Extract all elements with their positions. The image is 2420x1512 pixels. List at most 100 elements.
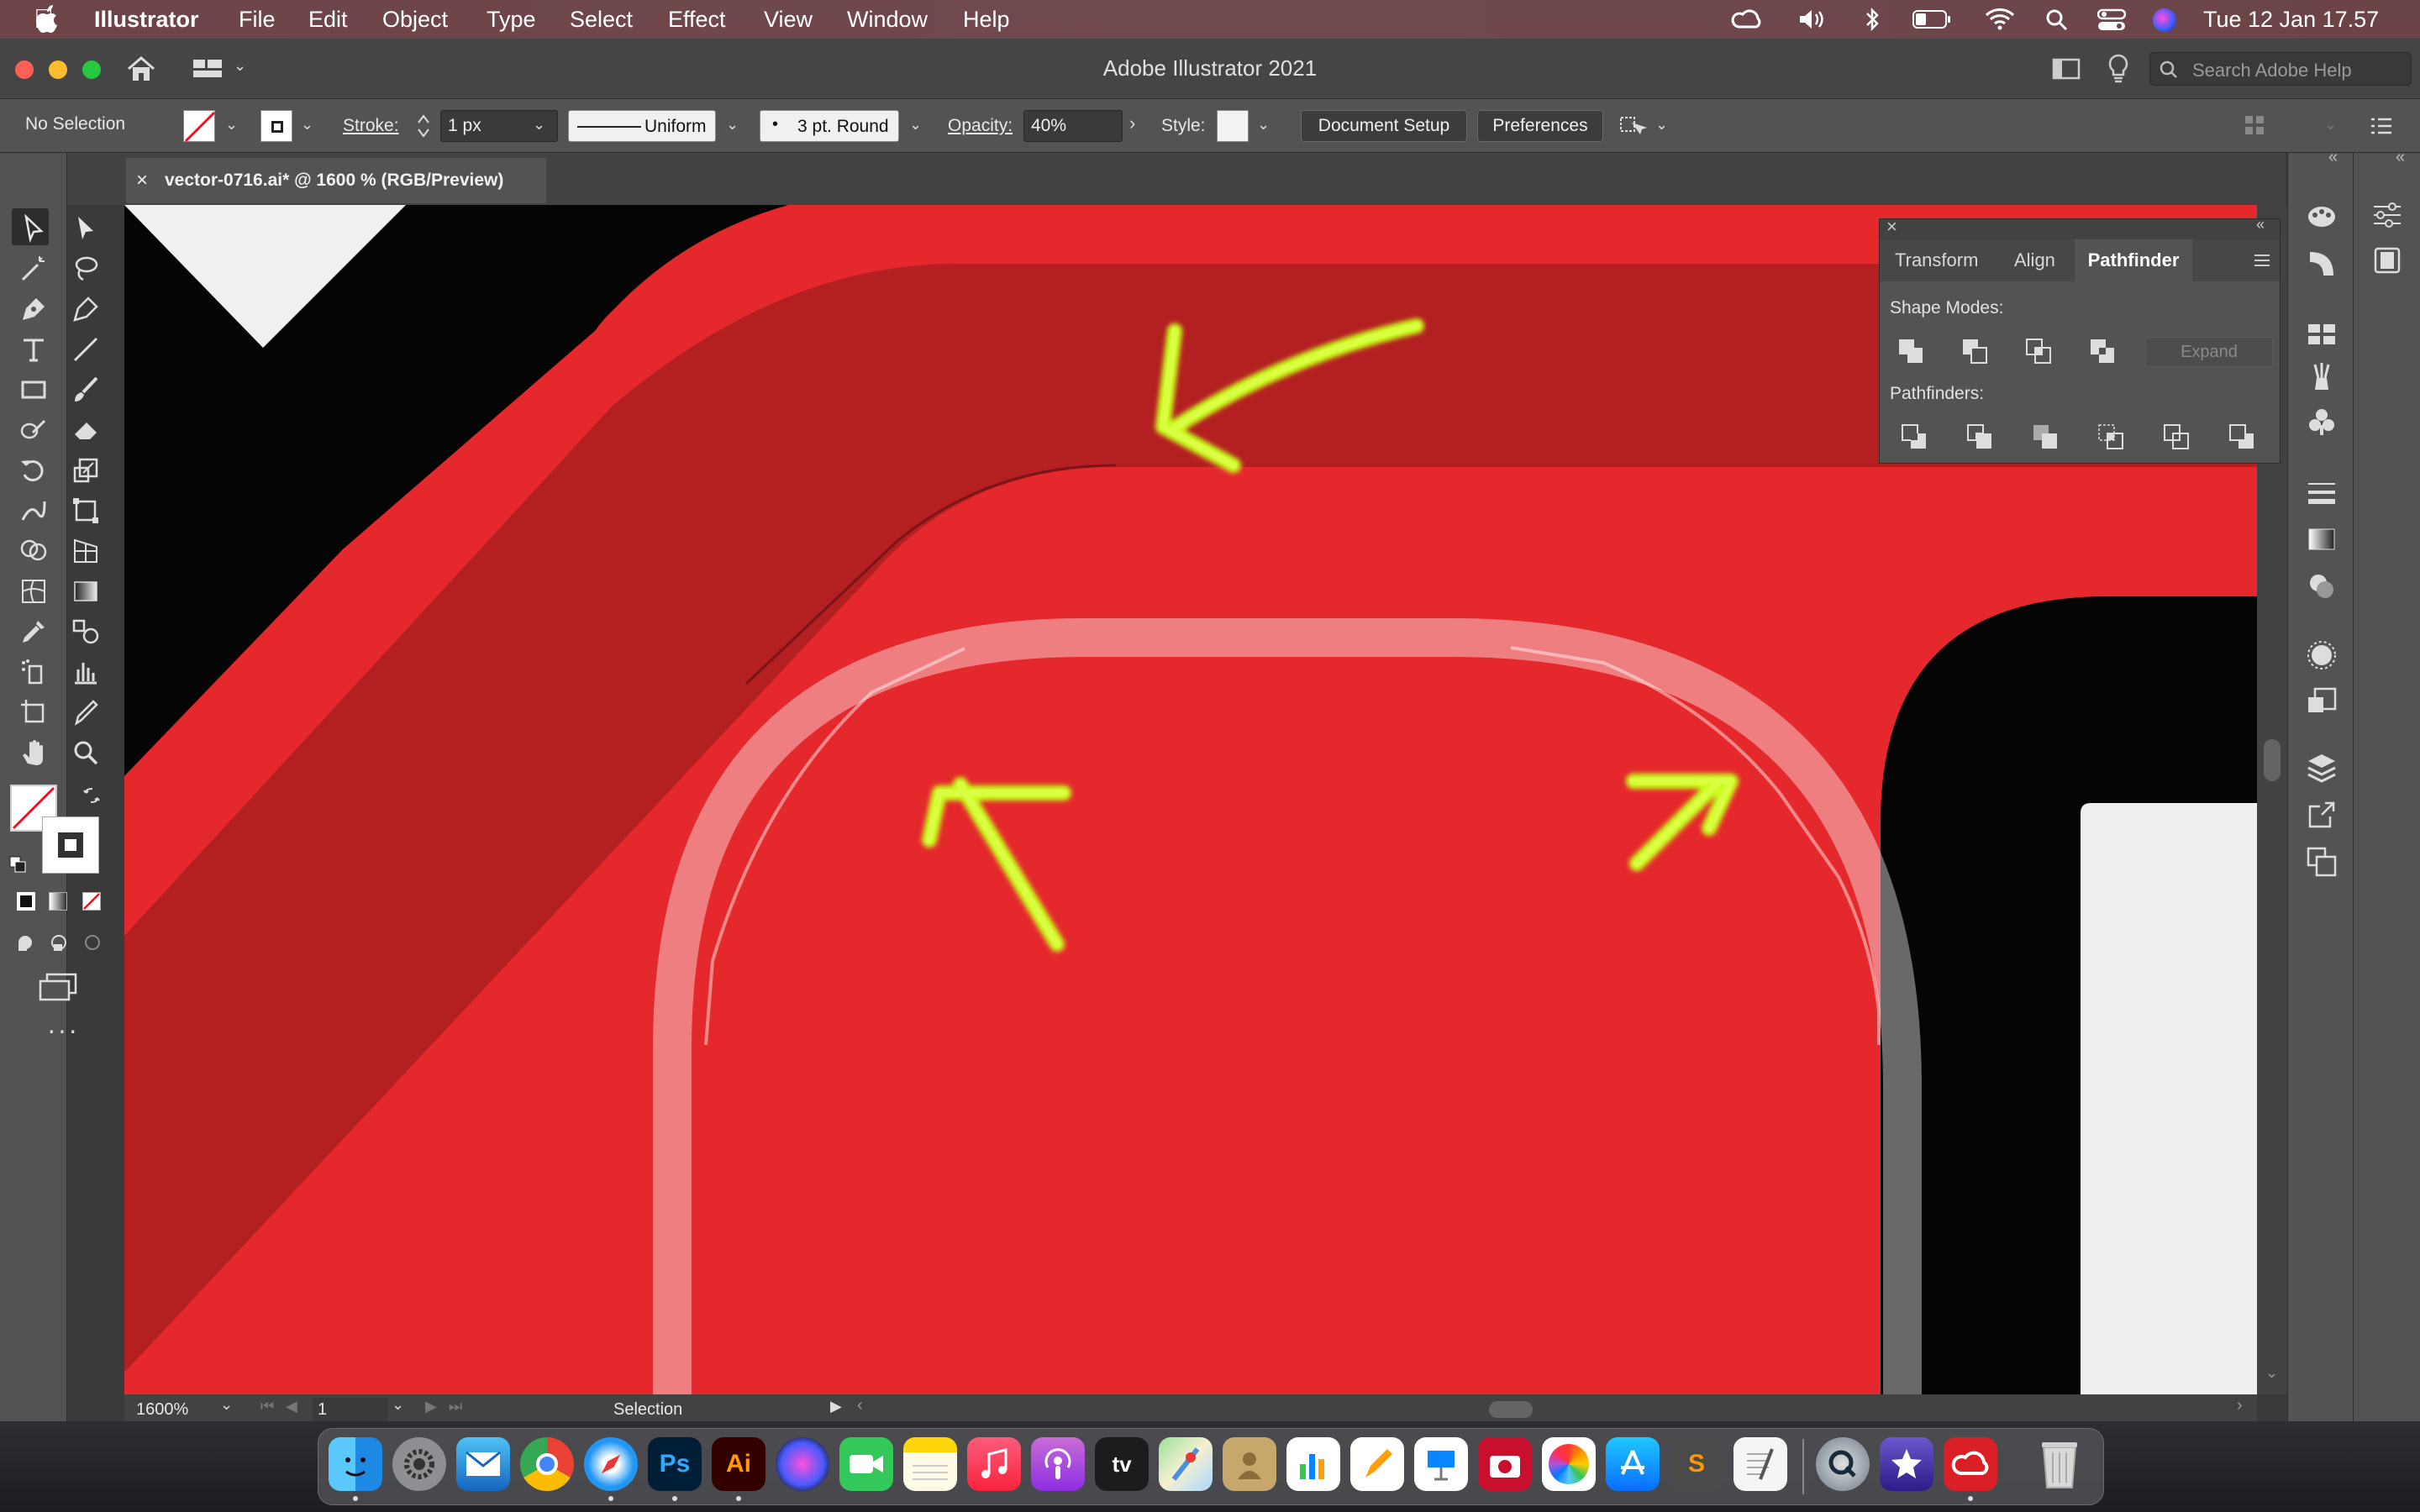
dock-system-preferences[interactable] xyxy=(392,1437,446,1491)
brush-chevron-icon[interactable]: ⌄ xyxy=(909,116,922,134)
expand-button[interactable]: Expand xyxy=(2145,337,2273,367)
opacity-field[interactable]: 40% xyxy=(1023,110,1123,142)
menu-object[interactable]: Object xyxy=(382,7,448,33)
magic-wand-tool-icon[interactable] xyxy=(17,252,50,286)
preferences-button[interactable]: Preferences xyxy=(1477,110,1603,142)
hand-tool-icon[interactable] xyxy=(17,736,50,769)
minimize-window-button[interactable] xyxy=(49,60,67,79)
tab-align[interactable]: Align xyxy=(2014,239,2055,281)
screen-mode-icon[interactable] xyxy=(39,973,79,1001)
document-setup-button[interactable]: Document Setup xyxy=(1301,110,1467,142)
rectangle-tool-icon[interactable] xyxy=(17,373,50,407)
zoom-window-button[interactable] xyxy=(82,60,101,79)
dock-creative-cloud[interactable] xyxy=(1944,1437,1997,1491)
next-artboard-icon[interactable]: ▶ xyxy=(425,1398,437,1415)
horizontal-scroll-thumb[interactable] xyxy=(1489,1401,1533,1418)
dock-trash[interactable] xyxy=(2033,1437,2086,1491)
color-mode-button[interactable] xyxy=(17,892,35,911)
panel-menu-icon[interactable] xyxy=(2253,253,2271,268)
menu-help[interactable]: Help xyxy=(963,7,1010,33)
properties-icon[interactable] xyxy=(2370,198,2404,232)
menu-view[interactable]: View xyxy=(764,7,813,33)
document-tab[interactable]: × vector-0716.ai* @ 1600 % (RGB/Preview) xyxy=(126,158,546,203)
stroke-chevron-icon[interactable]: ⌄ xyxy=(301,116,313,134)
dock-siri[interactable] xyxy=(776,1437,829,1491)
dock-contacts[interactable] xyxy=(1223,1437,1276,1491)
menu-file[interactable]: File xyxy=(239,7,276,33)
menu-window[interactable]: Window xyxy=(847,7,928,33)
edit-toolbar-more-icon[interactable]: ··· xyxy=(47,1015,79,1046)
warp-tool-icon[interactable] xyxy=(17,494,50,528)
bluetooth-icon[interactable] xyxy=(1864,7,1881,32)
minus-back-icon[interactable] xyxy=(2228,423,2256,451)
scale-tool-icon[interactable] xyxy=(69,454,103,487)
graphic-style-swatch[interactable] xyxy=(1217,110,1249,142)
mesh-tool-icon[interactable] xyxy=(17,575,50,608)
dock-photos[interactable] xyxy=(1542,1437,1596,1491)
menu-edit[interactable]: Edit xyxy=(308,7,348,33)
stroke-weight-chevron-icon[interactable]: ⌄ xyxy=(533,116,545,134)
dock-podcasts[interactable] xyxy=(1031,1437,1085,1491)
arrange-documents-icon[interactable] xyxy=(2052,57,2081,81)
menu-effect[interactable]: Effect xyxy=(668,7,726,33)
artboard-chevron-icon[interactable]: ⌄ xyxy=(392,1396,404,1414)
dock-sublime-text[interactable]: S xyxy=(1670,1437,1723,1491)
lightbulb-icon[interactable] xyxy=(2107,54,2129,84)
dock-music[interactable] xyxy=(967,1437,1021,1491)
dock-finder[interactable] xyxy=(329,1437,382,1491)
artboard-tool-icon[interactable] xyxy=(17,696,50,729)
curvature-tool-icon[interactable] xyxy=(69,292,103,326)
type-tool-icon[interactable] xyxy=(17,333,50,366)
slice-tool-icon[interactable] xyxy=(69,696,103,729)
apple-logo-icon[interactable] xyxy=(34,5,59,34)
asset-export-icon[interactable] xyxy=(2305,798,2338,832)
libraries-icon[interactable] xyxy=(2370,244,2404,277)
none-mode-button[interactable] xyxy=(82,892,101,911)
dock-pages[interactable] xyxy=(1350,1437,1404,1491)
line-segment-tool-icon[interactable] xyxy=(69,333,103,366)
stroke-panel-icon[interactable] xyxy=(2305,475,2338,509)
close-window-button[interactable] xyxy=(15,60,34,79)
transparency-icon[interactable] xyxy=(2305,570,2338,603)
dock-illustrator[interactable]: Ai xyxy=(712,1437,765,1491)
exclude-icon[interactable] xyxy=(2088,337,2117,365)
menu-type[interactable]: Type xyxy=(487,7,536,33)
collapse-panel-icon[interactable]: « xyxy=(2256,216,2265,234)
minus-front-icon[interactable] xyxy=(1960,337,1989,365)
dock-photoshop[interactable]: Ps xyxy=(648,1437,702,1491)
clock[interactable]: Tue 12 Jan 17.57 xyxy=(2203,7,2379,33)
shaper-tool-icon[interactable] xyxy=(17,413,50,447)
menu-app-name[interactable]: Illustrator xyxy=(94,7,199,33)
default-fill-stroke-icon[interactable] xyxy=(8,855,27,874)
collapse-dock-icon[interactable]: « xyxy=(2328,148,2338,167)
collapse-properties-icon[interactable]: « xyxy=(2396,148,2405,167)
status-menu-arrow-icon[interactable]: ▶ xyxy=(830,1398,842,1415)
merge-icon[interactable] xyxy=(2031,423,2060,451)
lasso-tool-icon[interactable] xyxy=(69,252,103,286)
gradient-mode-button[interactable] xyxy=(49,892,67,911)
volume-icon[interactable] xyxy=(1798,8,1828,30)
stroke-color-box[interactable] xyxy=(42,816,99,874)
dock-numbers[interactable] xyxy=(1286,1437,1340,1491)
intersect-icon[interactable] xyxy=(2024,337,2053,365)
dock-maps[interactable] xyxy=(1159,1437,1213,1491)
select-similar-chevron-icon[interactable]: ⌄ xyxy=(1655,116,1668,134)
color-guide-icon[interactable] xyxy=(2305,198,2338,232)
creative-cloud-status-icon[interactable] xyxy=(1731,8,1763,30)
gradient-panel-icon[interactable] xyxy=(2305,522,2338,556)
menu-select[interactable]: Select xyxy=(570,7,633,33)
artboard-number-field[interactable]: 1 xyxy=(313,1398,388,1421)
dock-app-store[interactable] xyxy=(1606,1437,1660,1491)
swatches-icon[interactable] xyxy=(2305,318,2338,351)
zoom-chevron-icon[interactable]: ⌄ xyxy=(220,1396,233,1414)
prev-artboard-icon[interactable]: ◀ xyxy=(286,1398,297,1415)
layers-icon[interactable] xyxy=(2305,751,2338,785)
blend-tool-icon[interactable] xyxy=(69,615,103,648)
image-trace-icon[interactable] xyxy=(2305,685,2338,719)
zoom-level[interactable]: 1600% xyxy=(136,1400,188,1420)
dock-notes[interactable] xyxy=(903,1437,957,1491)
dock-imovie[interactable] xyxy=(1880,1437,1933,1491)
tab-transform[interactable]: Transform xyxy=(1895,239,1978,281)
scroll-down-arrow-icon[interactable]: ⌄ xyxy=(2265,1364,2278,1382)
control-bar-menu-icon[interactable] xyxy=(2370,116,2393,136)
